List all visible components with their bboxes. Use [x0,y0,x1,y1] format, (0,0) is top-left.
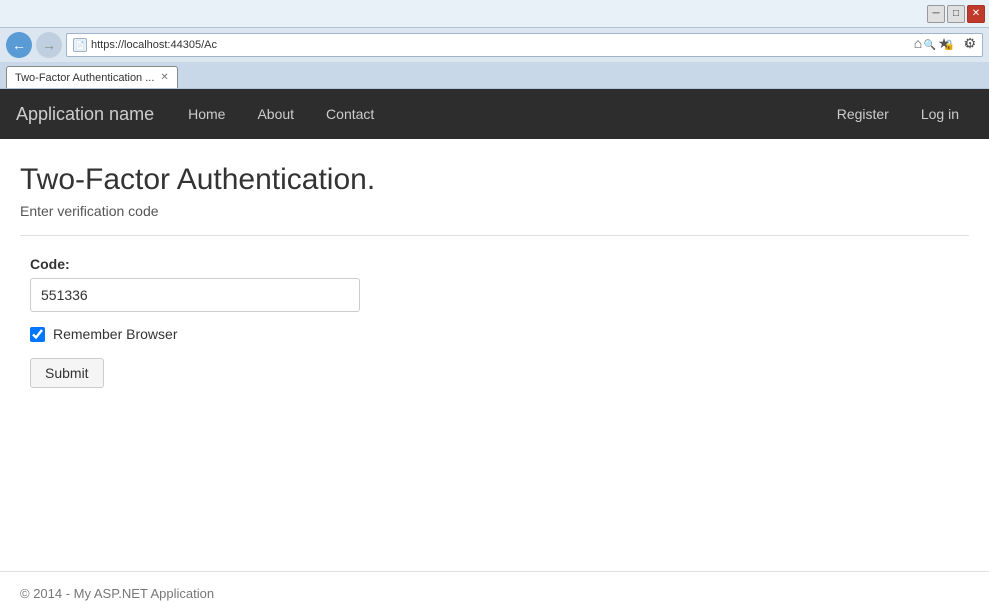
nav-bar: ← → 📄 🔍 🔒 ↻ ⌂ ★ ⚙ [0,28,989,62]
title-bar: ─ □ ✕ [0,0,989,28]
address-bar: 📄 🔍 🔒 ↻ [66,33,983,57]
minimize-button[interactable]: ─ [927,5,945,23]
nav-link-login[interactable]: Log in [907,98,973,130]
code-label: Code: [30,256,959,272]
main-content: Two-Factor Authentication. Enter verific… [0,139,989,539]
title-bar-controls: ─ □ ✕ [927,5,985,23]
url-input[interactable] [91,39,918,51]
tab-close-icon[interactable]: ✕ [160,72,168,83]
remember-browser-group: Remember Browser [30,326,959,342]
app-brand[interactable]: Application name [16,104,154,125]
code-input[interactable] [30,278,360,312]
nav-link-contact[interactable]: Contact [312,98,388,130]
settings-icon[interactable]: ⚙ [959,32,981,54]
submit-button[interactable]: Submit [30,358,104,388]
close-button[interactable]: ✕ [967,5,985,23]
remember-browser-label: Remember Browser [53,326,177,342]
nav-link-home[interactable]: Home [174,98,239,130]
footer-text: © 2014 - My ASP.NET Application [20,586,214,601]
page-icon: 📄 [73,38,87,52]
divider [20,235,969,236]
home-icon[interactable]: ⌂ [907,32,929,54]
page-subtitle: Enter verification code [20,203,969,219]
favorites-icon[interactable]: ★ [933,32,955,54]
nav-link-register[interactable]: Register [823,98,903,130]
app-navbar: Application name Home About Contact Regi… [0,89,989,139]
forward-button[interactable]: → [36,32,62,58]
code-form-group: Code: [30,256,959,312]
active-tab[interactable]: Two-Factor Authentication ... ✕ [6,66,178,88]
tab-bar: Two-Factor Authentication ... ✕ [0,62,989,88]
page-title: Two-Factor Authentication. [20,163,969,197]
nav-link-about[interactable]: About [243,98,308,130]
app-nav-links: Home About Contact [174,98,823,130]
back-button[interactable]: ← [6,32,32,58]
app-nav-right: Register Log in [823,98,973,130]
browser-toolbar-icons: ⌂ ★ ⚙ [907,32,981,54]
maximize-button[interactable]: □ [947,5,965,23]
form-section: Code: Remember Browser Submit [20,256,969,388]
tab-label: Two-Factor Authentication ... [15,72,154,84]
browser-chrome: ─ □ ✕ ← → 📄 🔍 🔒 ↻ ⌂ ★ ⚙ Two-Factor Authe… [0,0,989,89]
footer: © 2014 - My ASP.NET Application [0,571,989,615]
remember-browser-checkbox[interactable] [30,327,45,342]
